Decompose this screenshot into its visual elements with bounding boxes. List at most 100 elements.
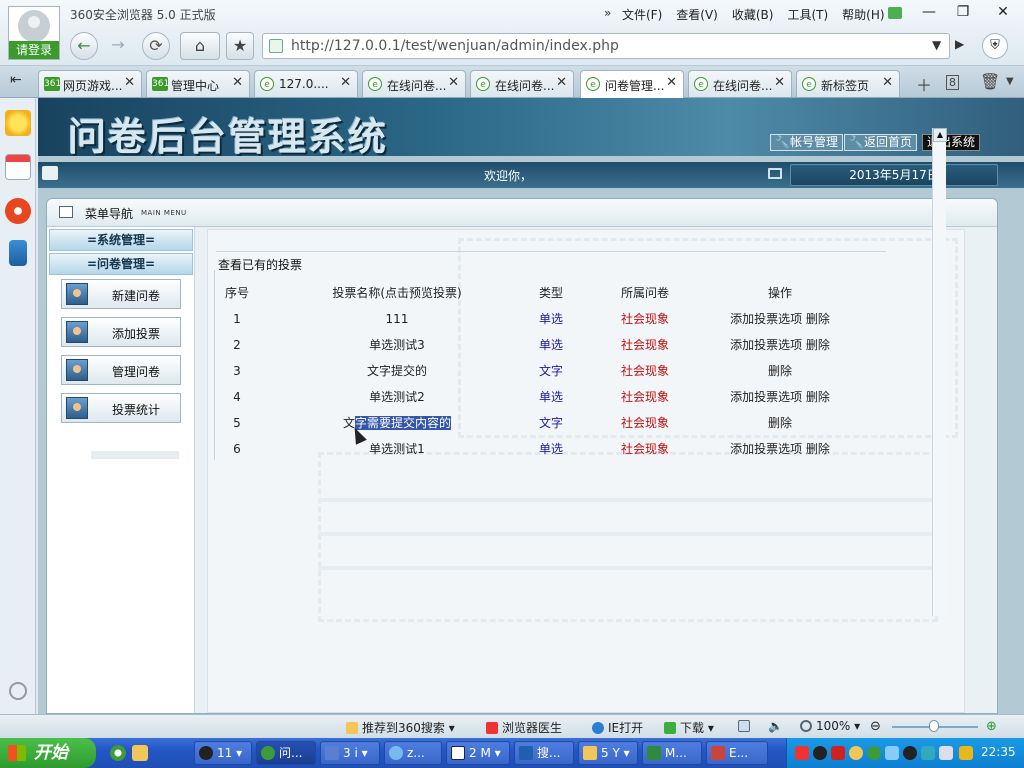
tab-5[interactable]: e 在线问卷... ✕ bbox=[470, 70, 574, 97]
task-editor[interactable]: 3 i ▾ bbox=[320, 741, 380, 765]
login-button[interactable]: 请登录 bbox=[9, 41, 59, 59]
delete-link[interactable]: 删除 bbox=[806, 442, 830, 456]
tab-close-icon[interactable]: ✕ bbox=[556, 75, 567, 90]
trash-icon[interactable]: 🗑 bbox=[980, 72, 1000, 91]
tab-close-icon[interactable]: ✕ bbox=[124, 75, 135, 90]
menu-favorites[interactable]: 收藏(B) bbox=[732, 6, 774, 23]
tray-smile-icon[interactable] bbox=[849, 746, 863, 760]
tab-close-icon[interactable]: ✕ bbox=[340, 75, 351, 90]
delete-link[interactable]: 删除 bbox=[806, 390, 830, 404]
return-home-button[interactable]: 🔧返回首页 bbox=[844, 134, 917, 151]
user-avatar[interactable]: 请登录 bbox=[8, 6, 60, 60]
task-browser[interactable]: 问... bbox=[256, 741, 316, 765]
tab-close-icon[interactable]: ✕ bbox=[882, 75, 893, 90]
menu-chevrons-icon[interactable]: » bbox=[604, 6, 611, 20]
browser-doctor[interactable]: 浏览器医生 bbox=[486, 719, 562, 736]
tab-8[interactable]: e 新标签页 ✕ bbox=[796, 70, 900, 97]
vote-name-link[interactable]: 文字提交的 bbox=[282, 358, 512, 384]
menu-help[interactable]: 帮助(H) bbox=[842, 6, 884, 23]
restore-button[interactable]: ❐ bbox=[948, 2, 978, 22]
task-folder[interactable]: 5 Y ▾ bbox=[578, 741, 638, 765]
home-icon[interactable] bbox=[42, 166, 58, 180]
vote-name-link[interactable]: 单选测试1 bbox=[282, 436, 512, 462]
section-survey-manage[interactable]: =问卷管理= bbox=[49, 253, 193, 275]
skin-icon[interactable] bbox=[888, 7, 902, 19]
tab-6-active[interactable]: e 问卷管理... ✕ bbox=[580, 70, 684, 98]
download-button[interactable]: 下载 ▾ bbox=[664, 719, 714, 736]
task-e[interactable]: E... bbox=[706, 741, 768, 765]
vote-name-link[interactable]: 单选测试2 bbox=[282, 384, 512, 410]
sound-button[interactable]: 🔈 bbox=[768, 719, 783, 733]
refresh-button[interactable]: ⟳ bbox=[142, 32, 170, 60]
manage-survey-button[interactable]: 管理问卷 bbox=[61, 355, 181, 385]
zoom-out-button[interactable]: ⊖ bbox=[870, 719, 881, 734]
favorites-star-icon[interactable] bbox=[5, 110, 31, 136]
section-system-manage[interactable]: =系统管理= bbox=[49, 229, 193, 251]
vote-stats-button[interactable]: 投票统计 bbox=[61, 393, 181, 423]
close-window-button[interactable]: ✕ bbox=[988, 2, 1018, 22]
task-app-z[interactable]: z... bbox=[384, 741, 442, 765]
recommend-360-search[interactable]: 推荐到360搜索 ▾ bbox=[346, 719, 455, 736]
tray-app-icon[interactable] bbox=[795, 746, 809, 760]
url-dropdown-icon[interactable]: ▼ bbox=[932, 38, 941, 52]
delete-link[interactable]: 删除 bbox=[806, 338, 830, 352]
tab-count-badge[interactable]: 8 bbox=[946, 75, 959, 90]
tray-display-icon[interactable] bbox=[939, 746, 953, 760]
scroll-up-arrow-icon[interactable]: ▲ bbox=[933, 128, 947, 142]
forward-button[interactable]: → bbox=[104, 32, 132, 60]
security-shield-icon[interactable]: ⛨ bbox=[982, 33, 1008, 59]
tab-2[interactable]: 361 管理中心 ✕ bbox=[146, 70, 250, 97]
add-option-link[interactable]: 添加投票选项 bbox=[730, 442, 802, 456]
zoom-slider-knob[interactable] bbox=[929, 720, 939, 732]
back-button[interactable]: ← bbox=[70, 32, 98, 60]
home-button[interactable]: ⌂ bbox=[180, 32, 220, 60]
add-option-link[interactable]: 添加投票选项 bbox=[730, 312, 802, 326]
start-button[interactable]: 开始 bbox=[0, 738, 96, 768]
tab-menu-chevron-icon[interactable]: ▼ bbox=[1006, 76, 1014, 87]
tab-3[interactable]: e 127.0.... ✕ bbox=[254, 70, 358, 97]
tray-qq-icon[interactable] bbox=[813, 746, 827, 760]
tray-qq2-icon[interactable] bbox=[903, 746, 917, 760]
url-text[interactable]: http://127.0.0.1/test/wenjuan/admin/inde… bbox=[291, 38, 619, 54]
tray-media-icon[interactable] bbox=[831, 746, 845, 760]
address-bar[interactable]: http://127.0.0.1/test/wenjuan/admin/inde… bbox=[262, 33, 950, 59]
sidebar-toggle-icon[interactable]: ⇤ bbox=[10, 72, 22, 88]
window-icon[interactable] bbox=[738, 719, 754, 733]
tab-7[interactable]: e 在线问卷... ✕ bbox=[688, 70, 792, 97]
news-icon[interactable] bbox=[5, 154, 31, 180]
menu-tools[interactable]: 工具(T) bbox=[787, 6, 828, 23]
task-excel[interactable]: M... bbox=[642, 741, 702, 765]
tab-close-icon[interactable]: ✕ bbox=[232, 75, 243, 90]
add-option-link[interactable]: 添加投票选项 bbox=[730, 338, 802, 352]
quicklaunch-folder-icon[interactable] bbox=[132, 745, 148, 761]
zoom-control[interactable]: 100% ▾ bbox=[800, 719, 860, 733]
settings-gear-icon[interactable] bbox=[9, 682, 27, 700]
add-vote-button[interactable]: 添加投票 bbox=[61, 317, 181, 347]
vote-name-link[interactable]: 111 bbox=[282, 306, 512, 332]
vote-name-link[interactable]: 文字需要提交内容的 bbox=[282, 410, 512, 436]
zoom-in-button[interactable]: ⊕ bbox=[986, 719, 997, 734]
menu-view[interactable]: 查看(V) bbox=[676, 6, 718, 23]
tab-4[interactable]: e 在线问卷... ✕ bbox=[362, 70, 466, 97]
add-option-link[interactable]: 添加投票选项 bbox=[730, 390, 802, 404]
minimize-button[interactable]: — bbox=[914, 2, 944, 22]
tab-close-icon[interactable]: ✕ bbox=[774, 75, 785, 90]
go-icon[interactable]: ▶ bbox=[955, 37, 964, 51]
quicklaunch-360-icon[interactable] bbox=[110, 745, 126, 761]
mobile-icon[interactable] bbox=[9, 240, 27, 266]
new-tab-icon[interactable]: ＋ bbox=[916, 72, 932, 96]
tab-close-icon[interactable]: ✕ bbox=[666, 75, 677, 90]
account-manage-button[interactable]: 🔧帐号管理 bbox=[770, 134, 843, 151]
tray-sync-icon[interactable] bbox=[921, 746, 935, 760]
vote-name-link[interactable]: 单选测试3 bbox=[282, 332, 512, 358]
favorite-star-button[interactable]: ★ bbox=[226, 32, 254, 60]
new-survey-button[interactable]: 新建问卷 bbox=[61, 279, 181, 309]
delete-link[interactable]: 删除 bbox=[806, 312, 830, 326]
tray-360-icon[interactable] bbox=[867, 746, 881, 760]
weibo-icon[interactable] bbox=[5, 198, 31, 224]
logout-button[interactable]: 退出系统 bbox=[922, 134, 981, 151]
menu-file[interactable]: 文件(F) bbox=[622, 6, 662, 23]
page-scrollbar[interactable]: ▲ bbox=[932, 128, 947, 616]
tray-shield-icon[interactable] bbox=[959, 746, 973, 760]
task-qq[interactable]: 11 ▾ bbox=[194, 741, 252, 765]
